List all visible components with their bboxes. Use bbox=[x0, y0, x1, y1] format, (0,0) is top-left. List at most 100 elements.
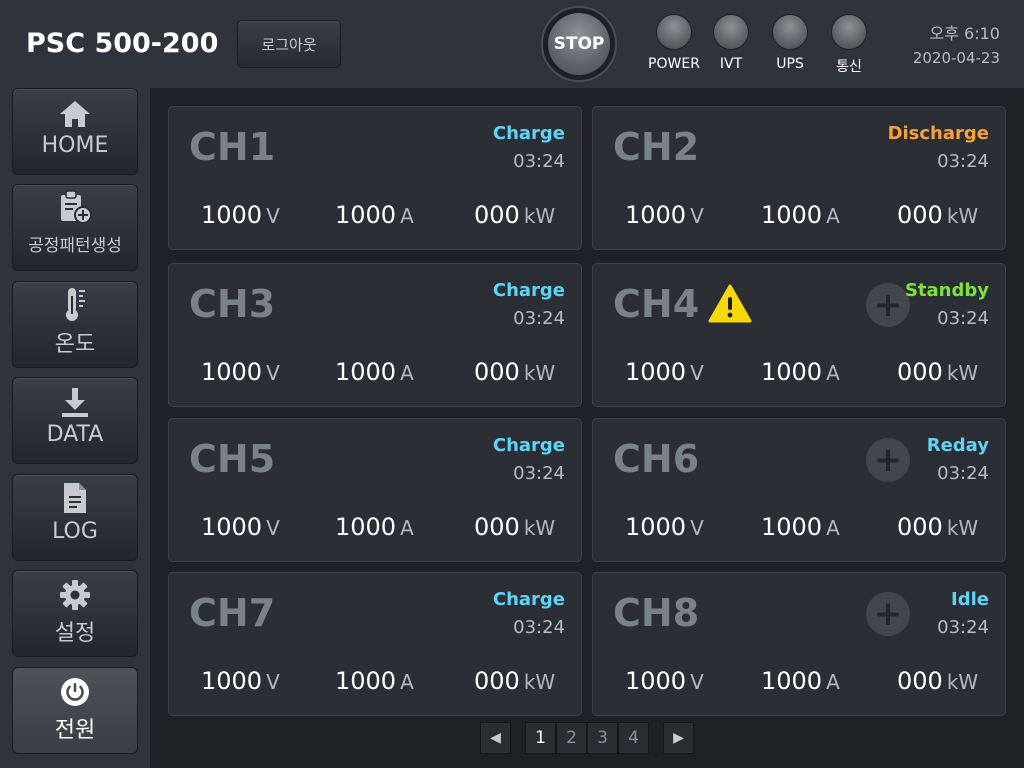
channel-name: CH8 bbox=[613, 591, 700, 635]
sidebar-item-pattern[interactable]: 공정패턴생성 bbox=[12, 184, 138, 271]
current-unit: A bbox=[400, 204, 414, 228]
channel-time: 03:24 bbox=[513, 617, 565, 638]
stop-button[interactable]: STOP bbox=[548, 13, 610, 75]
sidebar-item-label: 공정패턴생성 bbox=[28, 236, 122, 256]
current-readout: 1000 A bbox=[335, 513, 414, 541]
voltage-readout: 1000 V bbox=[625, 667, 704, 695]
power-unit: kW bbox=[946, 516, 979, 540]
channel-time: 03:24 bbox=[513, 463, 565, 484]
current-unit: A bbox=[400, 361, 414, 385]
power-readout: 000 kW bbox=[897, 513, 978, 541]
voltage-value: 1000 bbox=[201, 513, 263, 541]
power-readout: 000 kW bbox=[897, 201, 978, 229]
current-value: 1000 bbox=[335, 667, 397, 695]
voltage-unit: V bbox=[266, 361, 280, 385]
next-page-button[interactable]: ▶ bbox=[663, 722, 694, 754]
current-unit: A bbox=[826, 204, 840, 228]
pagination: ◀ 1 2 3 4 ▶ bbox=[480, 722, 694, 754]
warning-icon bbox=[708, 284, 752, 328]
power-unit: kW bbox=[946, 670, 979, 694]
indicator-ivt: IVT bbox=[701, 14, 761, 72]
channel-card-ch6[interactable]: CH6 + Reday 03:24 1000 V 1000 A 000 kW bbox=[592, 418, 1006, 562]
current-readout: 1000 A bbox=[335, 358, 414, 386]
voltage-unit: V bbox=[266, 204, 280, 228]
current-value: 1000 bbox=[335, 513, 397, 541]
channel-status: Charge bbox=[492, 123, 565, 144]
current-unit: A bbox=[400, 670, 414, 694]
channel-status: Charge bbox=[492, 589, 565, 610]
sidebar-item-data[interactable]: DATA bbox=[12, 377, 138, 464]
channel-status: Discharge bbox=[887, 123, 989, 144]
power-value: 000 bbox=[474, 201, 520, 229]
channel-name: CH7 bbox=[189, 591, 276, 635]
logout-button[interactable]: 로그아웃 bbox=[237, 20, 341, 68]
channel-card-ch2[interactable]: CH2 Discharge 03:24 1000 V 1000 A 000 kW bbox=[592, 106, 1006, 250]
power-unit: kW bbox=[523, 361, 556, 385]
sidebar-item-power[interactable]: 전원 bbox=[12, 667, 138, 754]
current-readout: 1000 A bbox=[761, 358, 840, 386]
page-button-3[interactable]: 3 bbox=[587, 722, 618, 754]
add-icon[interactable]: + bbox=[866, 283, 910, 327]
sidebar-item-home[interactable]: HOME bbox=[12, 88, 138, 175]
channel-card-ch5[interactable]: CH5 Charge 03:24 1000 V 1000 A 000 kW bbox=[168, 418, 582, 562]
power-value: 000 bbox=[474, 358, 520, 386]
channel-card-ch8[interactable]: CH8 + Idle 03:24 1000 V 1000 A 000 kW bbox=[592, 572, 1006, 716]
channel-name: CH3 bbox=[189, 282, 276, 326]
power-readout: 000 kW bbox=[474, 667, 555, 695]
current-readout: 1000 A bbox=[761, 667, 840, 695]
power-readout: 000 kW bbox=[897, 667, 978, 695]
channel-name: CH4 bbox=[613, 282, 700, 326]
channel-card-ch3[interactable]: CH3 Charge 03:24 1000 V 1000 A 000 kW bbox=[168, 263, 582, 407]
page-button-2[interactable]: 2 bbox=[556, 722, 587, 754]
header: PSC 500-200 로그아웃 STOP POWER IVT UPS 통신 오… bbox=[0, 0, 1024, 88]
sidebar-item-log[interactable]: LOG bbox=[12, 474, 138, 561]
sidebar-item-label: LOG bbox=[52, 519, 98, 544]
channel-time: 03:24 bbox=[937, 151, 989, 172]
sidebar-item-label: HOME bbox=[41, 133, 109, 158]
current-unit: A bbox=[826, 361, 840, 385]
channel-status: Charge bbox=[492, 280, 565, 301]
power-readout: 000 kW bbox=[474, 201, 555, 229]
voltage-value: 1000 bbox=[201, 201, 263, 229]
channel-card-ch4[interactable]: CH4 + Standby 03:24 1000 V 1000 A 000 kW bbox=[592, 263, 1006, 407]
current-unit: A bbox=[826, 670, 840, 694]
prev-page-button[interactable]: ◀ bbox=[480, 722, 511, 754]
power-unit: kW bbox=[946, 361, 979, 385]
indicator-power: POWER bbox=[644, 14, 704, 72]
clock-date: 2020-04-23 bbox=[912, 49, 1000, 67]
add-icon[interactable]: + bbox=[866, 438, 910, 482]
power-readout: 000 kW bbox=[474, 358, 555, 386]
sidebar-item-label: 설정 bbox=[54, 621, 96, 646]
channel-name: CH2 bbox=[613, 125, 700, 169]
document-icon bbox=[13, 475, 137, 515]
power-value: 000 bbox=[897, 513, 943, 541]
pager-spacer bbox=[649, 722, 663, 754]
current-value: 1000 bbox=[761, 513, 823, 541]
current-value: 1000 bbox=[335, 201, 397, 229]
gear-icon bbox=[13, 571, 137, 611]
page-button-4[interactable]: 4 bbox=[618, 722, 649, 754]
page-button-1[interactable]: 1 bbox=[525, 722, 556, 754]
thermometer-icon bbox=[13, 282, 137, 322]
sidebar-item-label: DATA bbox=[46, 422, 104, 447]
app-title: PSC 500-200 bbox=[26, 28, 219, 59]
voltage-readout: 1000 V bbox=[625, 513, 704, 541]
sidebar-item-settings[interactable]: 설정 bbox=[12, 570, 138, 657]
current-value: 1000 bbox=[335, 358, 397, 386]
current-readout: 1000 A bbox=[761, 201, 840, 229]
clock-time: 오후 6:10 bbox=[929, 24, 1000, 43]
sidebar-item-temperature[interactable]: 온도 bbox=[12, 281, 138, 368]
current-unit: A bbox=[826, 516, 840, 540]
voltage-unit: V bbox=[266, 516, 280, 540]
channel-time: 03:24 bbox=[937, 308, 989, 329]
voltage-readout: 1000 V bbox=[201, 667, 280, 695]
channel-card-ch7[interactable]: CH7 Charge 03:24 1000 V 1000 A 000 kW bbox=[168, 572, 582, 716]
channel-status: Standby bbox=[904, 280, 989, 301]
voltage-value: 1000 bbox=[625, 358, 687, 386]
power-readout: 000 kW bbox=[474, 513, 555, 541]
current-value: 1000 bbox=[761, 667, 823, 695]
add-icon[interactable]: + bbox=[866, 592, 910, 636]
channel-status: Reday bbox=[926, 435, 989, 456]
indicator-comm: 통신 bbox=[819, 14, 879, 76]
channel-card-ch1[interactable]: CH1 Charge 03:24 1000 V 1000 A 000 kW bbox=[168, 106, 582, 250]
